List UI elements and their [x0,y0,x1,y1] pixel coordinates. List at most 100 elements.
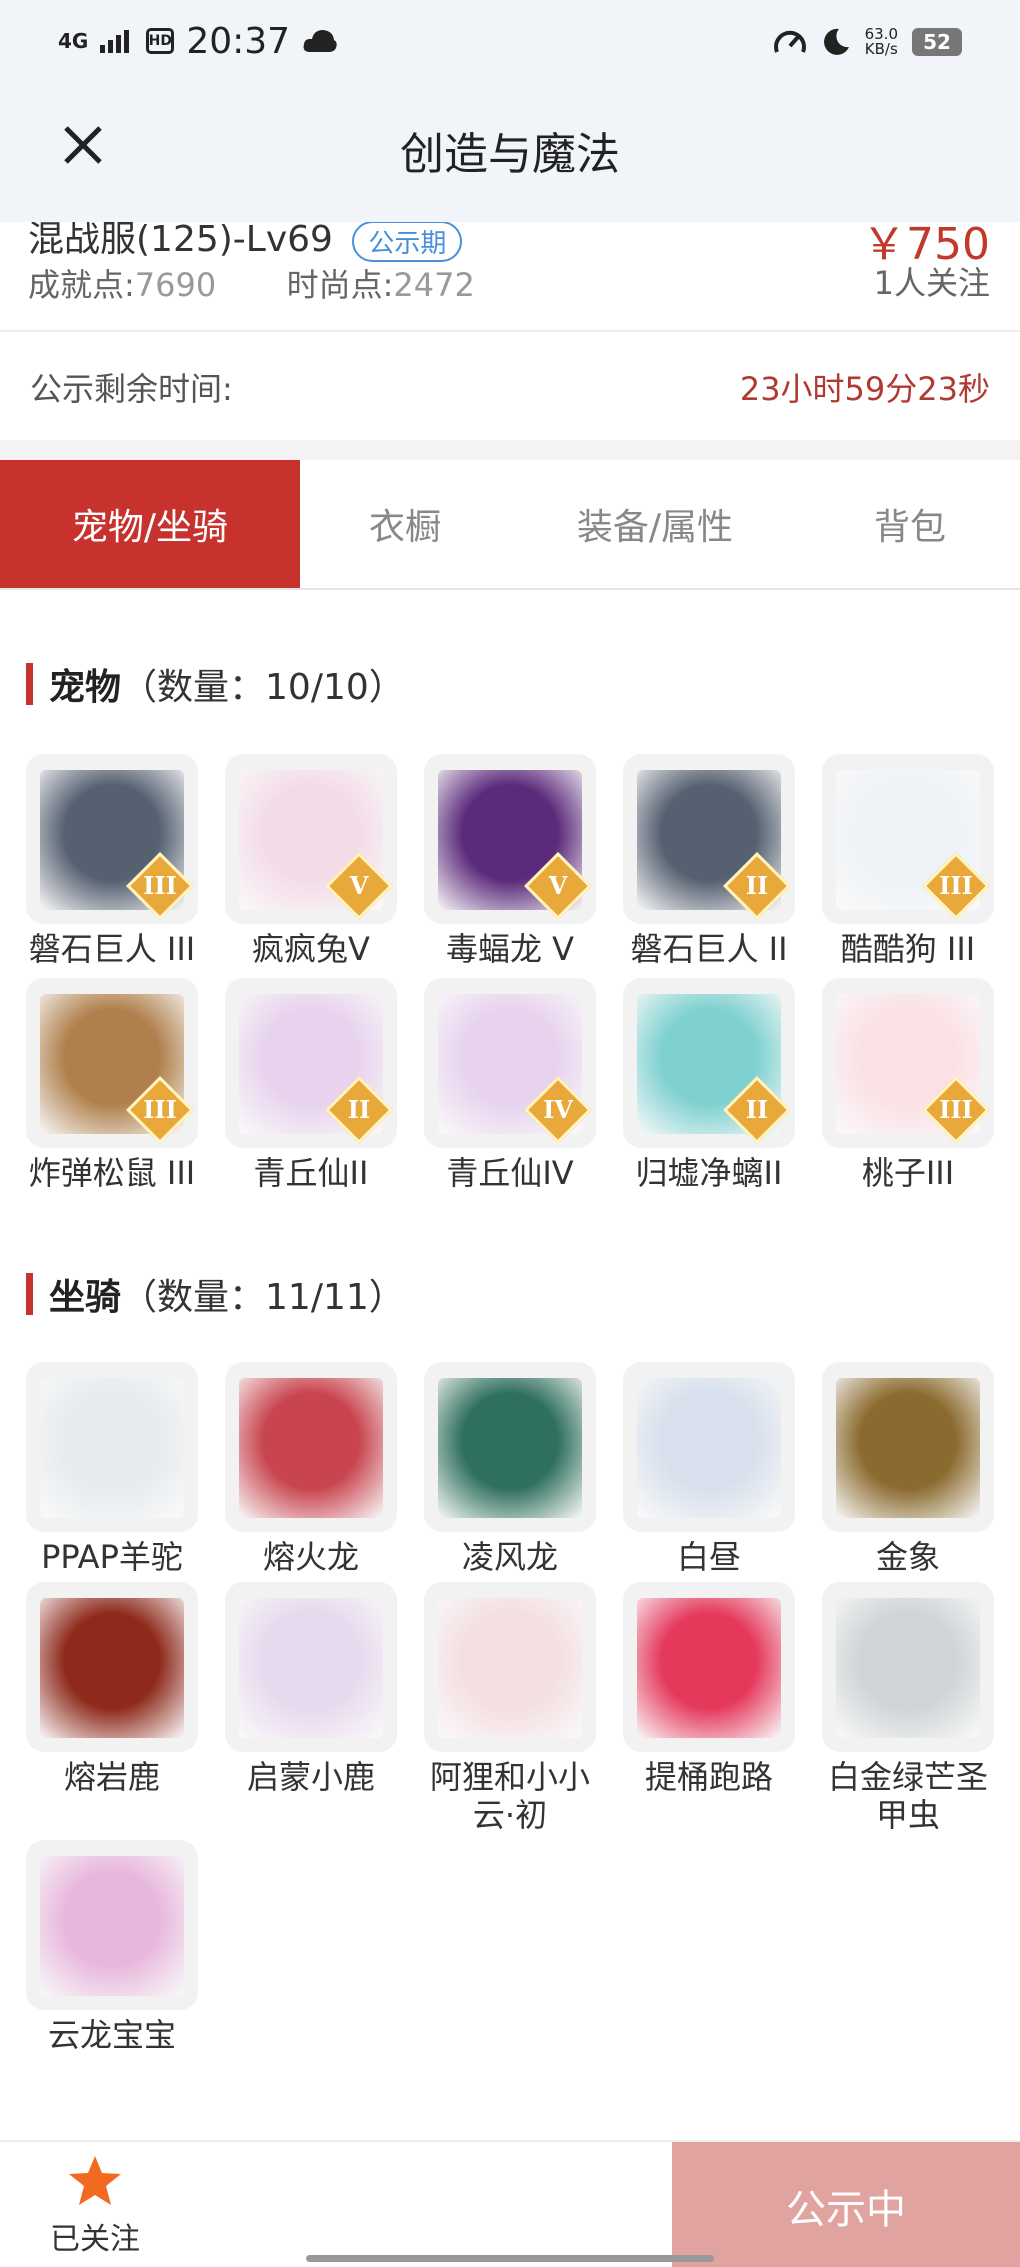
battery-indicator: 52 [912,28,962,56]
tab-equipment[interactable]: 装备/属性 [510,460,800,588]
item-name: 白昼 [676,1538,741,1576]
pet-item[interactable]: V 毒蝠龙 V [424,754,596,968]
item-name: 桃子III [861,1154,955,1192]
cloud-app-icon [303,30,337,52]
item-thumbnail [424,1362,596,1532]
item-thumbnail [225,1582,397,1752]
mount-item[interactable]: 提桶跑路 [623,1582,795,1834]
top-bar: 4G HD 20:37 63.0 KB/s 52 创造与魔法 [0,0,1020,222]
item-name: 启蒙小鹿 [246,1758,375,1796]
public-period-tag: 公示期 [352,220,463,262]
fire-dragon-icon [239,1378,383,1518]
fawn-icon [239,1598,383,1738]
pet-item[interactable]: III 磐石巨人 III [26,754,198,968]
item-thumbnail [26,1362,198,1532]
mounts-grid: PPAP羊驼 熔火龙 凌风龙 白昼 金象熔岩鹿 启蒙小鹿 阿狸和小小云·初 提桶跑路 白金绿芒圣… [26,1362,998,2054]
tier-badge-label: V [548,871,568,900]
countdown-row: 公示剩余时间: 23小时59分23秒 [0,330,1020,440]
page: 4G HD 20:37 63.0 KB/s 52 创造与魔法 混战服(125)-… [0,0,1020,2267]
item-name: 疯疯兔V [252,930,370,968]
mount-item[interactable]: 白金绿芒圣甲虫 [822,1582,994,1834]
section-marker [26,663,33,705]
tier-badge-label: II [347,1095,371,1124]
fashion-value: 2472 [393,266,475,304]
pets-title: 宠物 [49,667,122,708]
mount-item[interactable]: 白昼 [623,1362,795,1576]
server-level-text: 混战服(125)-Lv69 [28,219,333,260]
item-thumbnail: III [822,754,994,924]
pet-item[interactable]: III 炸弹松鼠 III [26,978,198,1192]
tier-badge-label: III [939,871,973,900]
mount-item[interactable]: 阿狸和小小云·初 [424,1582,596,1834]
mount-item[interactable]: PPAP羊驼 [26,1362,198,1576]
status-time: 20:37 [186,20,291,62]
item-name: 凌风龙 [461,1538,558,1576]
follower-count: 1人关注 [873,264,990,302]
pet-item[interactable]: III 桃子III [822,978,994,1192]
pet-item[interactable]: IV 青丘仙IV [424,978,596,1192]
pet-item[interactable]: II 归墟净螭II [623,978,795,1192]
mount-item[interactable]: 凌风龙 [424,1362,596,1576]
item-thumbnail: V [424,754,596,924]
item-name: 青丘仙II [253,1154,369,1192]
scarab-icon [836,1598,980,1738]
tier-badge-label: V [349,871,369,900]
tab-backpack[interactable]: 背包 [800,460,1020,588]
pet-item[interactable]: II 青丘仙II [225,978,397,1192]
status-button[interactable]: 公示中 [672,2142,1020,2267]
bottom-bar: 已关注 公示中 [0,2140,1020,2267]
divider [0,440,1020,460]
home-indicator[interactable] [306,2255,714,2262]
net-speed-unit: KB/s [864,40,898,58]
item-thumbnail [424,1582,596,1752]
item-thumbnail: III [822,978,994,1148]
page-title: 创造与魔法 [400,129,620,180]
item-thumbnail: II [623,978,795,1148]
mount-item[interactable]: 金象 [822,1362,994,1576]
pet-item[interactable]: V 疯疯兔V [225,754,397,968]
item-name: 炸弹松鼠 III [28,1154,196,1192]
alpaca-icon [40,1378,184,1518]
pets-count: （数量：10/10） [121,667,405,708]
tier-badge-label: IV [543,1095,573,1124]
item-name: 云龙宝宝 [47,2016,176,2054]
countdown-label: 公示剩余时间: [30,370,233,408]
mount-item[interactable]: 熔岩鹿 [26,1582,198,1834]
item-thumbnail [623,1582,795,1752]
item-name: 磐石巨人 III [28,930,196,968]
net-speed: 63.0 KB/s [865,27,898,57]
tab-pets-mounts[interactable]: 宠物/坐骑 [0,460,300,588]
item-name: 提桶跑路 [644,1758,773,1796]
follow-button[interactable]: 已关注 [40,2154,150,2258]
points-row: 成就点:7690 时尚点:2472 [28,260,475,306]
wind-dragon-icon [438,1378,582,1518]
lava-deer-icon [40,1598,184,1738]
item-thumbnail: II [623,754,795,924]
pets-section-title: 宠物 （数量：10/10） [26,660,405,708]
mount-item[interactable]: 云龙宝宝 [26,1840,198,2054]
mount-item[interactable]: 熔火龙 [225,1362,397,1576]
item-thumbnail [225,1362,397,1532]
speedometer-icon [773,30,806,53]
bucket-icon [637,1598,781,1738]
tab-wardrobe[interactable]: 衣橱 [300,460,510,588]
item-name: 白金绿芒圣甲虫 [827,1758,988,1834]
tab-bar: 宠物/坐骑 衣橱 装备/属性 背包 [0,460,1020,590]
fashion-label: 时尚点: [286,266,394,304]
pet-item[interactable]: III 酷酷狗 III [822,754,994,968]
moon-icon [823,28,849,55]
item-name: PPAP羊驼 [41,1538,183,1576]
item-name: 青丘仙IV [446,1154,574,1192]
item-name: 阿狸和小小云·初 [429,1758,590,1834]
item-name: 酷酷狗 III [840,930,976,968]
countdown-value: 23小时59分23秒 [739,370,990,408]
hd-badge: HD [146,28,175,54]
pet-item[interactable]: II 磐石巨人 II [623,754,795,968]
item-name: 熔火龙 [262,1538,359,1576]
item-thumbnail: II [225,978,397,1148]
pets-grid: III 磐石巨人 III V 疯疯兔V V 毒蝠龙 V II 磐石巨人 II III 酷酷狗 II… [26,754,998,1192]
content-area: 宠物 （数量：10/10） III 磐石巨人 III V 疯疯兔V V 毒蝠龙 V II 磐石巨… [0,590,1020,2110]
item-thumbnail [26,1582,198,1752]
mount-item[interactable]: 启蒙小鹿 [225,1582,397,1834]
item-name: 金象 [875,1538,940,1576]
